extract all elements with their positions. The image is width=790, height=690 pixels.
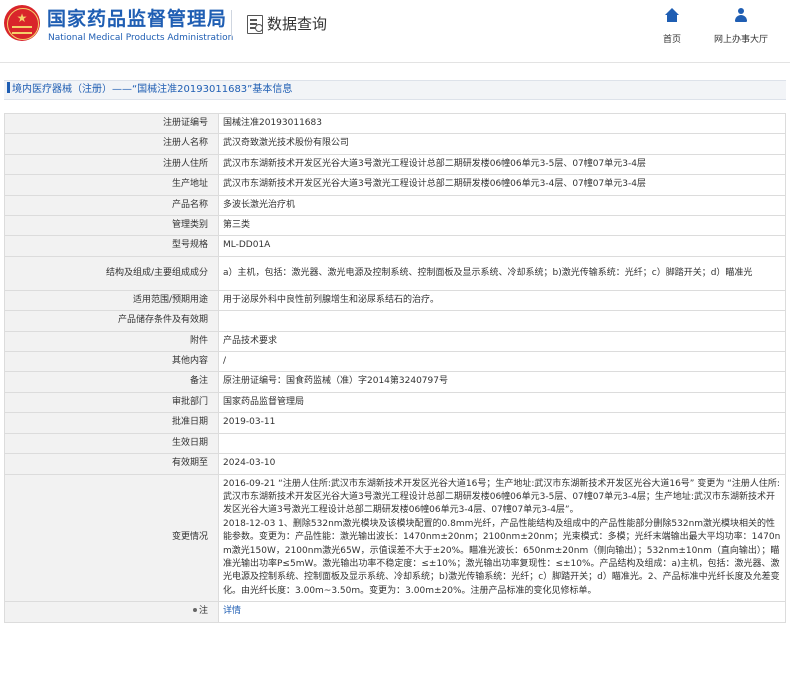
row-label-other: 其他内容 [4,351,219,373]
row-value-storage [218,310,786,332]
nav-online-hall[interactable]: 网上办事大厅 [706,8,776,45]
row-value-model-spec: ML-DD01A [218,235,786,257]
row-label-attachment: 附件 [4,330,219,353]
org-name-cn[interactable]: 国家药品监督管理局 [47,8,227,30]
table-row: 结构及组成/主要组成成分 a）主机，包括：激光器、激光电源及控制系统、控制面板及… [4,255,786,291]
nmpa-emblem-icon[interactable]: ★ [4,5,40,41]
nav-home[interactable]: 首页 [656,8,688,45]
table-row: 注 详情 [4,601,786,623]
row-value-registrant-address: 武汉市东湖新技术开发区光谷大道3号激光工程设计总部二期研发楼06幢06单元3-5… [218,153,786,176]
row-value-production-address: 武汉市东湖新技术开发区光谷大道3号激光工程设计总部二期研发楼06幢06单元3-4… [218,174,786,196]
breadcrumb-marker-icon [7,82,10,93]
table-row: 附件 产品技术要求 [4,330,786,353]
table-row: 生效日期 [4,432,786,455]
row-value-intended-use: 用于泌尿外科中良性前列腺增生和泌尿系结石的治疗。 [218,289,786,312]
row-value-management-class: 第三类 [218,215,786,237]
row-label-model-spec: 型号规格 [4,235,219,257]
table-row: 审批部门 国家药品监督管理局 [4,391,786,414]
org-name-en[interactable]: National Medical Products Administration [48,33,233,44]
table-row: 生产地址 武汉市东湖新技术开发区光谷大道3号激光工程设计总部二期研发楼06幢06… [4,174,786,196]
row-value-attachment: 产品技术要求 [218,330,786,353]
user-icon [734,8,748,24]
registration-info-table: 注册证编号 国械注准20193011683 注册人名称 武汉奇致激光技术股份有限… [4,112,786,623]
row-label-management-class: 管理类别 [4,215,219,237]
row-value-approval-dept: 国家药品监督管理局 [218,391,786,414]
row-label-valid-until: 有效期至 [4,453,219,475]
note-bullet-icon [192,608,197,613]
row-value-approval-date: 2019-03-11 [218,412,786,434]
header-divider [0,62,790,63]
table-row: 产品名称 多波长激光治疗机 [4,194,786,217]
row-label-remarks: 备注 [4,371,219,393]
header-separator [231,10,232,40]
home-icon [665,8,679,24]
row-label-effective-date: 生效日期 [4,432,219,455]
table-row: 注册证编号 国械注准20193011683 [4,112,786,135]
nav-home-label: 首页 [662,35,681,45]
table-row: 变更情况 2016-09-21 “注册人住所:武汉市东湖新技术开发区光谷大道16… [4,473,786,603]
table-row: 有效期至 2024-03-10 [4,453,786,475]
table-row: 适用范围/预期用途 用于泌尿外科中良性前列腺增生和泌尿系结石的治疗。 [4,289,786,312]
row-label-production-address: 生产地址 [4,174,219,196]
row-label-approval-dept: 审批部门 [4,391,219,414]
row-value-structure: a）主机，包括：激光器、激光电源及控制系统、控制面板及显示系统、冷却系统；b)激… [218,255,786,291]
row-value-note: 详情 [218,601,786,623]
row-value-product-name: 多波长激光治疗机 [218,194,786,217]
table-row: 注册人名称 武汉奇致激光技术股份有限公司 [4,133,786,155]
data-query-icon [247,15,263,34]
row-label-structure: 结构及组成/主要组成成分 [4,255,219,291]
row-label-registration-no: 注册证编号 [4,112,219,135]
table-row: 产品储存条件及有效期 [4,310,786,332]
top-header: ★ 国家药品监督管理局 National Medical Products Ad… [0,0,790,56]
row-label-change-history: 变更情况 [4,473,219,603]
row-label-note: 注 [4,601,219,623]
table-row: 其他内容 / [4,351,786,373]
row-label-registrant-address: 注册人住所 [4,153,219,176]
breadcrumb-text: 境内医疗器械（注册）——“国械注准20193011683”基本信息 [12,84,293,95]
row-value-other: / [218,351,786,373]
nav-online-hall-label: 网上办事大厅 [713,35,768,45]
row-value-change-history: 2016-09-21 “注册人住所:武汉市东湖新技术开发区光谷大道16号；生产地… [218,473,786,603]
table-row: 注册人住所 武汉市东湖新技术开发区光谷大道3号激光工程设计总部二期研发楼06幢0… [4,153,786,176]
row-label-intended-use: 适用范围/预期用途 [4,289,219,312]
breadcrumb: 境内医疗器械（注册）——“国械注准20193011683”基本信息 [4,80,786,100]
row-value-remarks: 原注册证编号：国食药监械（准）字2014第3240797号 [218,371,786,393]
page-title: 数据查询 [267,15,328,33]
row-label-note-text: 注 [198,606,208,617]
row-value-registration-no: 国械注准20193011683 [218,112,786,135]
row-label-approval-date: 批准日期 [4,412,219,434]
row-label-registrant-name: 注册人名称 [4,133,219,155]
row-label-product-name: 产品名称 [4,194,219,217]
row-value-valid-until: 2024-03-10 [218,453,786,475]
row-label-storage: 产品储存条件及有效期 [4,310,219,332]
table-row: 备注 原注册证编号：国食药监械（准）字2014第3240797号 [4,371,786,393]
row-value-effective-date [218,432,786,455]
table-row: 管理类别 第三类 [4,215,786,237]
table-row: 批准日期 2019-03-11 [4,412,786,434]
details-link[interactable]: 详情 [223,606,241,616]
table-row: 型号规格 ML-DD01A [4,235,786,257]
row-value-registrant-name: 武汉奇致激光技术股份有限公司 [218,133,786,155]
